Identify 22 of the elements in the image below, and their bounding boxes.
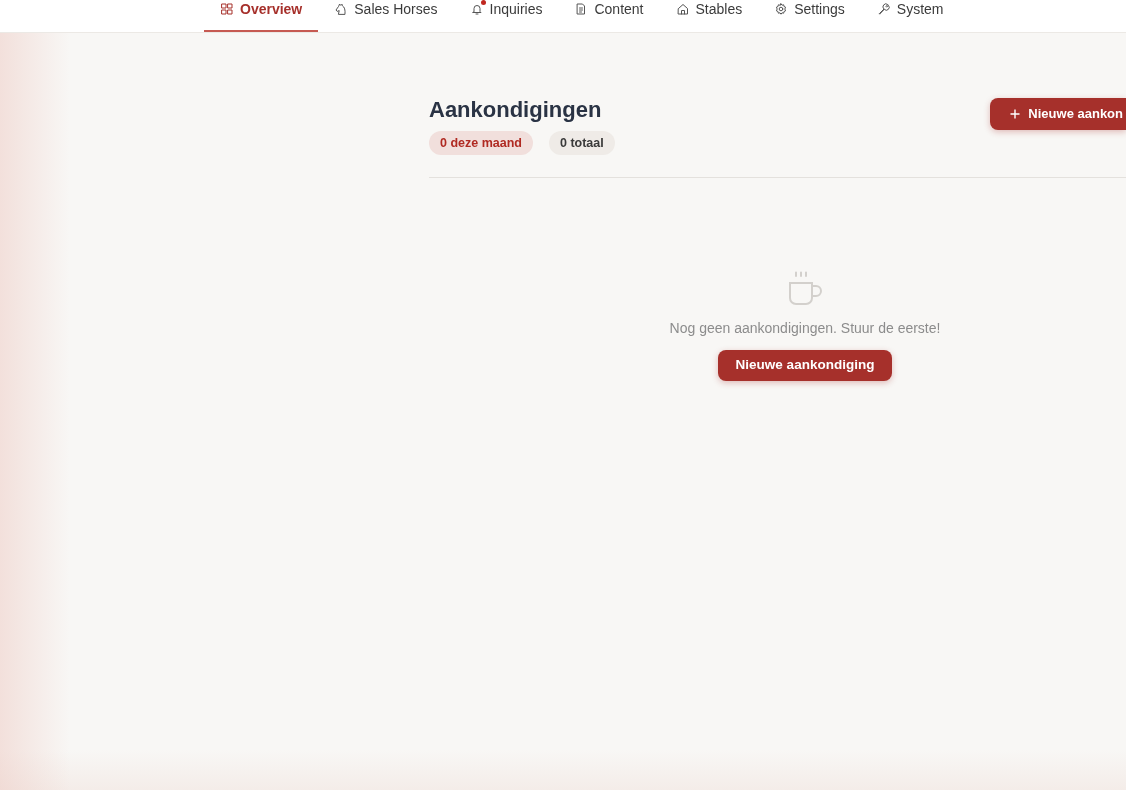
plus-icon [1010,109,1021,119]
new-announcement-button[interactable]: Nieuwe aankon [990,98,1126,130]
nav-tab[interactable]: Content [558,0,660,32]
empty-state-message: Nog geen aankondigingen. Stuur de eerste! [669,319,941,337]
page-title: Aankondigingen [429,97,603,123]
nav-tab[interactable]: Overview [204,0,319,32]
new-announcement-button[interactable]: Nieuwe aankondiging [717,350,893,381]
count-badge: 0 deze maand [429,131,533,155]
nav-tab[interactable]: Sales Horses [318,0,454,32]
count-badge: 0 totaal [549,131,615,155]
bell-icon [470,3,483,15]
nav-tab[interactable]: Inquiries [453,0,559,32]
house-icon [676,3,689,15]
document-icon [575,3,588,15]
grid-icon [221,3,233,15]
nav-tab[interactable]: System [860,0,960,32]
nav-tab[interactable]: Settings [758,0,861,32]
gear-icon [775,3,788,15]
wrench-icon [877,3,890,15]
nav-tab[interactable]: Stables [659,0,759,32]
coffee-cup-icon [787,271,823,306]
horse-head-icon [335,3,348,15]
